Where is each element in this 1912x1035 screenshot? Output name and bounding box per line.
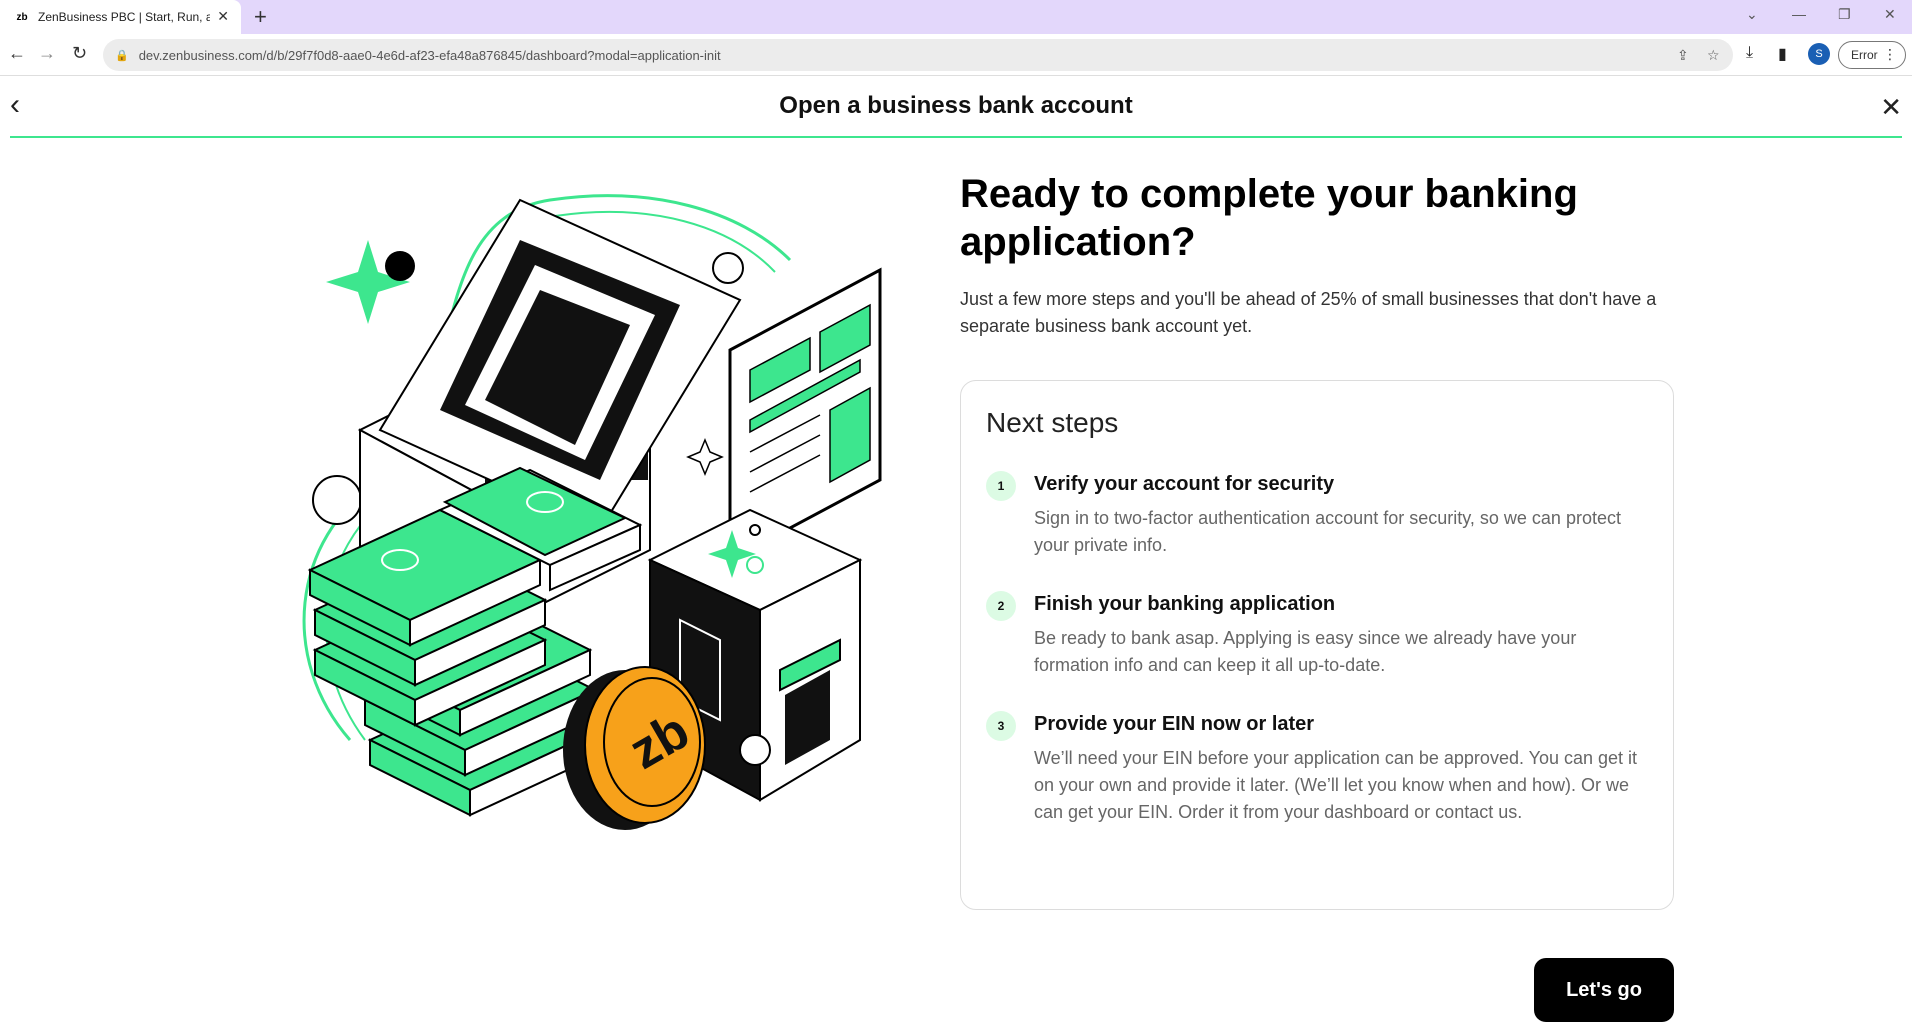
error-button[interactable]: Error ⋮ [1838,41,1906,69]
step-description: Be ready to bank asap. Applying is easy … [1034,628,1577,675]
back-icon[interactable]: ← [8,43,26,64]
next-steps-card: Next steps 1 Verify your account for sec… [960,380,1674,910]
step-title: Verify your account for security [1034,473,1335,495]
lets-go-button[interactable]: Let's go [1534,958,1674,1022]
tab-search-icon[interactable]: ⌄ [1746,6,1758,23]
tab-title: ZenBusiness PBC | Start, Run, an [38,10,210,24]
share-icon[interactable]: ⇪ [1677,47,1689,64]
subtext: Just a few more steps and you'll be ahea… [960,289,1657,336]
modal-title: Open a business bank account [779,92,1133,119]
reload-icon[interactable]: ↻ [72,43,87,64]
download-icon[interactable]: ⤓ [1746,44,1753,62]
sidepanel-icon[interactable]: ▮ [1778,44,1787,64]
more-icon[interactable]: ⋮ [1883,46,1897,63]
new-tab-icon[interactable]: + [254,4,267,30]
bank-illustration-svg: zb [302,194,882,830]
url-text: dev.zenbusiness.com/d/b/29f7f0d8-aae0-4e… [138,47,721,63]
step-description: Sign in to two-factor authentication acc… [1034,508,1621,555]
profile-avatar[interactable]: S [1808,43,1830,65]
step-title: Finish your banking application [1034,593,1336,615]
card-title: Next steps [986,407,1119,438]
error-label: Error [1851,48,1878,62]
step-description: We’ll need your EIN before your applicat… [1034,748,1638,822]
step-number-badge: 3 [986,711,1016,741]
lock-icon[interactable]: 🔒 [115,49,129,62]
step-number-badge: 1 [986,471,1016,501]
browser-tab[interactable]: zb ZenBusiness PBC | Start, Run, an ✕ [0,0,241,34]
minimize-icon[interactable]: — [1792,6,1806,22]
tab-close-icon[interactable]: ✕ [217,8,229,25]
browser-tab-strip: zb ZenBusiness PBC | Start, Run, an ✕ + … [0,0,1912,34]
browser-toolbar: ← → ↻ 🔒 dev.zenbusiness.com/d/b/29f7f0d8… [0,34,1912,76]
zenbusiness-favicon-icon: zb [16,11,28,23]
forward-icon[interactable]: → [38,43,56,64]
restore-icon[interactable]: ❐ [1838,6,1851,23]
modal-header: ‹ Open a business bank account ✕ [10,76,1902,138]
star-icon[interactable]: ☆ [1707,47,1720,64]
close-icon[interactable]: ✕ [1880,92,1902,123]
address-bar[interactable]: 🔒 dev.zenbusiness.com/d/b/29f7f0d8-aae0-… [103,39,1733,71]
window-close-icon[interactable]: ✕ [1884,6,1896,23]
headline: Ready to complete your banking applicati… [960,172,1578,264]
step-title: Provide your EIN now or later [1034,713,1315,735]
bank-illustration: zb [270,180,900,880]
step-number-badge: 2 [986,591,1016,621]
